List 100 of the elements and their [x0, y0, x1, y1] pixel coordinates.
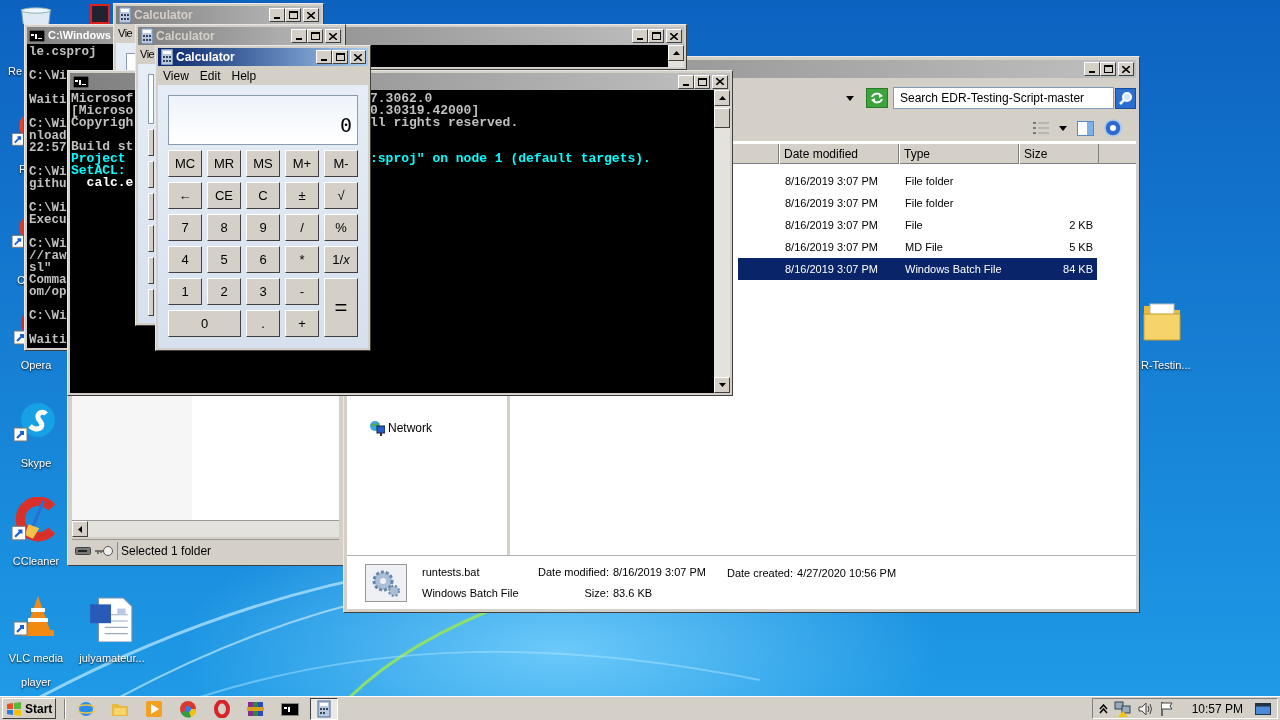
- column-header[interactable]: Size: [1019, 144, 1099, 164]
- file-row[interactable]: 8/16/2019 3:07 PM MD File 5 KB: [738, 236, 1097, 258]
- calculator-key[interactable]: MC: [168, 150, 202, 177]
- clock-time[interactable]: 10:57 PM: [1191, 699, 1243, 718]
- scroll-thumb[interactable]: [714, 108, 730, 128]
- scroll-left-button[interactable]: [72, 521, 88, 537]
- calculator-key[interactable]: [148, 193, 154, 220]
- calculator-key[interactable]: C: [246, 182, 280, 209]
- maximize-button[interactable]: [694, 74, 710, 89]
- vertical-scrollbar[interactable]: [668, 45, 684, 67]
- calculator-key[interactable]: 1: [168, 278, 202, 305]
- preview-pane-icon[interactable]: [1077, 120, 1094, 136]
- calculator-key[interactable]: 4: [168, 246, 202, 273]
- display-value: 0: [339, 114, 352, 136]
- column-header[interactable]: Type: [899, 144, 1019, 164]
- menu-item[interactable]: Edit: [199, 66, 221, 85]
- calculator-key[interactable]: MS: [246, 150, 280, 177]
- dropdown-caret-icon[interactable]: [846, 95, 854, 101]
- dropdown-caret-icon[interactable]: [1059, 125, 1067, 131]
- network-icon[interactable]: [1113, 700, 1132, 717]
- file-row[interactable]: 8/16/2019 3:07 PM File 2 KB: [738, 214, 1097, 236]
- nav-item[interactable]: Network: [369, 419, 507, 437]
- brush-icon[interactable]: [12, 497, 58, 543]
- calculator-key[interactable]: -: [285, 278, 319, 305]
- start-button[interactable]: Start: [2, 698, 57, 719]
- close-button[interactable]: [666, 29, 682, 43]
- calculator-key[interactable]: +: [285, 310, 319, 337]
- taskbar-button[interactable]: [310, 697, 339, 720]
- column-header[interactable]: Date modified: [779, 144, 899, 164]
- close-button[interactable]: [350, 50, 366, 64]
- menu-item[interactable]: Help: [231, 66, 257, 85]
- close-button[interactable]: [325, 29, 341, 43]
- calculator-key[interactable]: [148, 225, 154, 252]
- calculator-key[interactable]: √: [324, 182, 358, 209]
- calculator-key[interactable]: ±: [285, 182, 319, 209]
- help-icon[interactable]: [1104, 119, 1122, 137]
- show-desktop-icon[interactable]: [1255, 702, 1271, 715]
- calculator-key[interactable]: CE: [207, 182, 241, 209]
- calculator-key[interactable]: ←: [168, 182, 202, 209]
- maximize-button[interactable]: [648, 29, 664, 43]
- scroll-up-button[interactable]: [668, 45, 684, 61]
- scroll-down-button[interactable]: [714, 377, 730, 393]
- menu-item[interactable]: Vie: [140, 46, 155, 63]
- calculator-key[interactable]: [148, 129, 154, 156]
- calculator-key[interactable]: =: [324, 278, 358, 337]
- view-list-icon[interactable]: [1033, 121, 1049, 135]
- calculator-key[interactable]: [148, 257, 154, 284]
- calculator-key[interactable]: %: [324, 214, 358, 241]
- close-button[interactable]: [712, 74, 728, 89]
- console-icon: [29, 29, 45, 42]
- file-row[interactable]: 8/16/2019 3:07 PM File folder: [738, 170, 1097, 192]
- refresh-button[interactable]: [866, 88, 888, 108]
- calculator-key[interactable]: M-: [324, 150, 358, 177]
- calculator-key[interactable]: [148, 289, 154, 316]
- calculator-key[interactable]: 5: [207, 246, 241, 273]
- calculator-key[interactable]: /: [285, 214, 319, 241]
- horizontal-scrollbar[interactable]: [72, 520, 339, 537]
- table-cell: 84 KB: [1063, 262, 1093, 275]
- calculator-key[interactable]: 3: [246, 278, 280, 305]
- speaker-icon[interactable]: [1137, 701, 1154, 716]
- calculator-key[interactable]: 9: [246, 214, 280, 241]
- maximize-button[interactable]: [307, 29, 323, 43]
- cloud-icon[interactable]: [14, 400, 58, 444]
- search-field[interactable]: Search EDR-Testing-Script-master: [893, 87, 1114, 109]
- file-row[interactable]: 8/16/2019 3:07 PM Windows Batch File 84 KB: [738, 258, 1097, 280]
- document-icon[interactable]: [88, 596, 134, 642]
- calculator-key[interactable]: 8: [207, 214, 241, 241]
- calculator-key[interactable]: M+: [285, 150, 319, 177]
- calculator-key[interactable]: 1/x: [324, 246, 358, 273]
- calculator-key[interactable]: MR: [207, 150, 241, 177]
- close-button[interactable]: [303, 8, 319, 22]
- close-button[interactable]: [1118, 62, 1134, 76]
- menu-item[interactable]: View: [163, 66, 189, 85]
- flag-icon[interactable]: [1159, 701, 1174, 716]
- console-text: nload: [29, 130, 67, 142]
- search-button[interactable]: [1115, 87, 1136, 109]
- menu-item[interactable]: Vie: [118, 25, 133, 42]
- scroll-up-button[interactable]: [714, 90, 730, 106]
- minimize-button[interactable]: [269, 8, 285, 22]
- calculator-key[interactable]: 2: [207, 278, 241, 305]
- console-text: 7.3062.0: [370, 93, 433, 105]
- calculator-key[interactable]: .: [246, 310, 280, 337]
- calculator-key[interactable]: *: [285, 246, 319, 273]
- icon-label: julyamateur...: [79, 652, 145, 664]
- calculator-key[interactable]: 7: [168, 214, 202, 241]
- calculator-key[interactable]: 0: [168, 310, 241, 337]
- maximize-button[interactable]: [1100, 62, 1116, 76]
- minimize-button[interactable]: [678, 74, 694, 89]
- maximize-button[interactable]: [332, 50, 348, 64]
- calculator-key[interactable]: [148, 161, 154, 188]
- minimize-button[interactable]: [291, 29, 307, 43]
- maximize-button[interactable]: [285, 8, 301, 22]
- minimize-button[interactable]: [1084, 62, 1100, 76]
- vertical-scrollbar[interactable]: [714, 90, 730, 393]
- calculator-key[interactable]: 6: [246, 246, 280, 273]
- minimize-button[interactable]: [632, 29, 648, 43]
- chevron-up-icon[interactable]: [1098, 703, 1108, 714]
- console-text: Comma: [29, 274, 67, 286]
- minimize-button[interactable]: [316, 50, 332, 64]
- file-row[interactable]: 8/16/2019 3:07 PM File folder: [738, 192, 1097, 214]
